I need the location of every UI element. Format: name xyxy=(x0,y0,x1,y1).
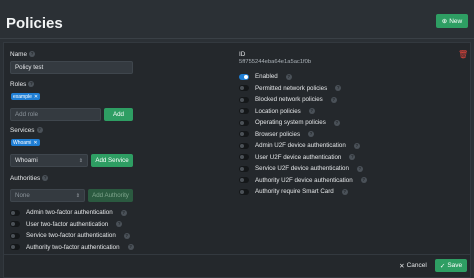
help-icon[interactable]: ? xyxy=(308,108,315,115)
toggle-switch[interactable] xyxy=(10,209,20,216)
footer-divider xyxy=(3,254,471,255)
cancel-button[interactable]: ✕ Cancel xyxy=(395,259,431,272)
name-input[interactable]: Policy test xyxy=(10,61,133,74)
help-icon[interactable]: ? xyxy=(28,81,35,88)
toggle-row: Blocked network policies? xyxy=(239,94,367,106)
id-label: ID xyxy=(239,51,246,58)
remove-tag-icon[interactable]: ✕ xyxy=(33,140,37,146)
service-tag: Whoami ✕ xyxy=(11,139,40,146)
toggle-row: Browser policies? xyxy=(239,129,367,141)
toggle-switch[interactable] xyxy=(239,73,249,80)
toggle-switch[interactable] xyxy=(239,177,249,184)
chevron-updown-icon: ⇕ xyxy=(75,192,80,199)
role-tag: example ✕ xyxy=(11,93,41,100)
help-icon[interactable]: ? xyxy=(341,188,348,195)
toggle-switch[interactable] xyxy=(239,119,249,126)
new-button-label: New xyxy=(449,17,463,25)
help-icon[interactable]: ? xyxy=(42,175,49,182)
remove-tag-icon[interactable]: ✕ xyxy=(34,94,38,100)
toggle-row: Authority U2F device authentication? xyxy=(239,175,367,187)
toggle-row: Enabled? xyxy=(239,71,367,83)
help-icon[interactable]: ? xyxy=(127,244,134,251)
toggle-switch[interactable] xyxy=(239,85,249,92)
check-icon: ✓ xyxy=(439,262,446,270)
chevron-updown-icon: ⇕ xyxy=(78,157,83,164)
help-icon[interactable]: ? xyxy=(349,154,356,161)
toggle-switch[interactable] xyxy=(10,244,20,251)
toggle-row: Admin two-factor authentication? xyxy=(10,207,134,219)
help-icon[interactable]: ? xyxy=(120,209,127,216)
close-icon: ✕ xyxy=(399,262,405,270)
toggle-row: Authority two-factor authentication? xyxy=(10,242,134,254)
service-select[interactable]: Whoami ⇕ xyxy=(10,154,88,167)
name-label: Name? xyxy=(10,51,36,58)
toggle-switch[interactable] xyxy=(239,154,249,161)
help-icon[interactable]: ? xyxy=(356,165,363,172)
add-service-button[interactable]: Add Service xyxy=(91,154,133,167)
toggle-row: Service U2F device authentication? xyxy=(239,163,367,175)
toggle-row: User U2F device authentication? xyxy=(239,152,367,164)
toggle-row: Service two-factor authentication? xyxy=(10,230,134,242)
help-icon[interactable]: ? xyxy=(360,177,367,184)
help-icon[interactable]: ? xyxy=(36,127,43,134)
toggle-switch[interactable] xyxy=(239,188,249,195)
toggle-switch[interactable] xyxy=(239,142,249,149)
add-role-input[interactable]: Add role xyxy=(10,108,101,121)
help-icon[interactable]: ? xyxy=(123,232,130,239)
help-icon[interactable]: ? xyxy=(29,51,36,58)
help-icon[interactable]: ? xyxy=(116,221,123,228)
authorities-label: Authorities? xyxy=(10,175,49,182)
help-icon[interactable]: ? xyxy=(333,119,340,126)
id-value: 5ff755244eba64e1a5ac1f0b xyxy=(239,59,312,65)
left-toggle-list: Admin two-factor authentication? User tw… xyxy=(10,207,134,253)
toggle-row: Operating system policies? xyxy=(239,117,367,129)
save-button[interactable]: ✓ Save xyxy=(435,259,467,272)
add-authority-button[interactable]: Add Authority xyxy=(88,189,133,202)
toggle-row: Permitted network policies? xyxy=(239,83,367,95)
toggle-switch[interactable] xyxy=(239,108,249,115)
help-icon[interactable]: ? xyxy=(285,73,292,80)
services-label: Services? xyxy=(10,127,43,134)
help-icon[interactable]: ? xyxy=(335,85,342,92)
toggle-switch[interactable] xyxy=(239,96,249,103)
toggle-switch[interactable] xyxy=(239,165,249,172)
toggle-row: User two-factor authentication? xyxy=(10,219,134,231)
toggle-switch[interactable] xyxy=(10,221,20,228)
toggle-row: Location policies? xyxy=(239,106,367,118)
help-icon[interactable]: ? xyxy=(308,131,315,138)
right-toggle-list: Enabled? Permitted network policies? Blo… xyxy=(239,71,367,198)
toggle-row: Admin U2F device authentication? xyxy=(239,140,367,152)
trash-icon[interactable]: 🗑 xyxy=(458,50,468,59)
authority-select[interactable]: None ⇕ xyxy=(10,189,85,202)
help-icon[interactable]: ? xyxy=(353,142,360,149)
divider xyxy=(0,38,474,39)
new-button[interactable]: ⊕ New xyxy=(436,14,468,28)
plus-icon: ⊕ xyxy=(441,18,448,25)
help-icon[interactable]: ? xyxy=(330,96,337,103)
toggle-switch[interactable] xyxy=(239,131,249,138)
add-role-button[interactable]: Add xyxy=(104,108,133,121)
toggle-switch[interactable] xyxy=(10,232,20,239)
page-title: Policies xyxy=(6,15,63,32)
toggle-row: Authority require Smart Card? xyxy=(239,186,367,198)
roles-label: Roles? xyxy=(10,81,35,88)
